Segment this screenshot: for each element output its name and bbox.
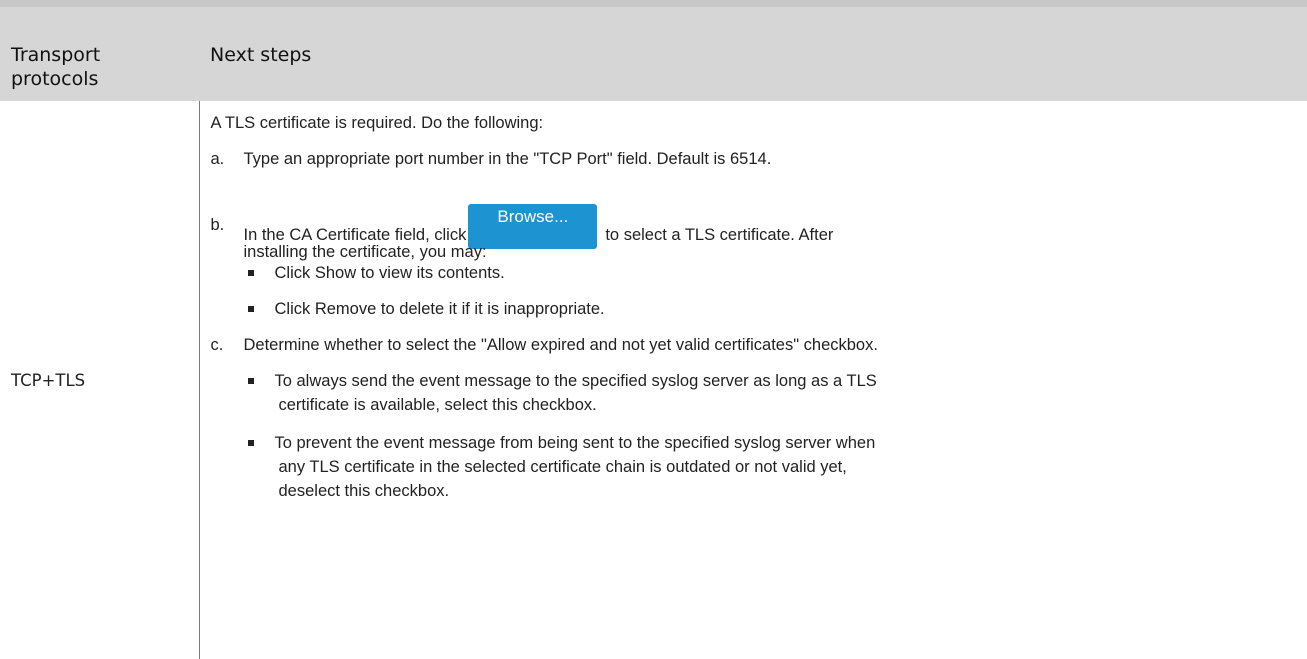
list-item: To always send the event message to the … <box>211 369 1307 431</box>
header-next-steps: Next steps <box>199 7 1307 101</box>
list-item: Click Show to view its contents. <box>211 261 1307 297</box>
intro-text: A TLS certificate is required. Do the fo… <box>211 111 1307 147</box>
list-item: Click Remove to delete it if it is inapp… <box>211 297 1307 333</box>
step-c-bullet-2-line-2: any TLS certificate in the selected cert… <box>275 455 1307 479</box>
step-c-text: Determine whether to select the "Allow e… <box>244 336 878 354</box>
step-c-bullet-1-line-2: certificate is available, select this ch… <box>275 393 1307 417</box>
step-b-marker: b. <box>211 213 241 237</box>
step-c-bullet-2-line-1: To prevent the event message from being … <box>275 431 1307 455</box>
step-c-bullet-1-line-1: To always send the event message to the … <box>275 369 1307 393</box>
step-b-bullet-2: Click Remove to delete it if it is inapp… <box>275 300 605 318</box>
step-b-text-after: to select a TLS certificate. After <box>605 226 833 244</box>
transport-protocols-table: Transport protocols Next steps TCP+TLS A… <box>0 7 1307 659</box>
square-bullet-icon <box>248 306 254 312</box>
square-bullet-icon <box>248 378 254 384</box>
step-a-text: Type an appropriate port number in the "… <box>244 150 772 168</box>
square-bullet-icon <box>248 440 254 446</box>
header-transport-protocols: Transport protocols <box>0 7 199 101</box>
next-steps-cell: A TLS certificate is required. Do the fo… <box>199 101 1307 659</box>
square-bullet-icon <box>248 270 254 276</box>
header-line-2: protocols <box>11 68 98 90</box>
step-b-bullet-1: Click Show to view its contents. <box>275 264 505 282</box>
header-line-1: Transport <box>11 44 100 66</box>
step-c-bullet-2-line-3: deselect this checkbox. <box>275 479 1307 503</box>
step-a-marker: a. <box>211 147 241 171</box>
table-header-row: Transport protocols Next steps <box>0 7 1307 101</box>
top-rule <box>0 0 1307 7</box>
step-c: c. Determine whether to select the "Allo… <box>211 333 1307 369</box>
step-a: a. Type an appropriate port number in th… <box>211 147 1307 201</box>
list-item: To prevent the event message from being … <box>211 431 1307 521</box>
protocol-label: TCP+TLS <box>11 371 85 390</box>
step-b: b. In the CA Certificate field, clickBro… <box>211 201 1307 261</box>
browse-button[interactable]: Browse... <box>468 204 597 249</box>
protocol-cell: TCP+TLS <box>0 101 199 659</box>
document-page: Transport protocols Next steps TCP+TLS A… <box>0 0 1307 625</box>
next-steps-content: A TLS certificate is required. Do the fo… <box>200 101 1307 659</box>
step-c-marker: c. <box>211 333 241 357</box>
table-row: TCP+TLS A TLS certificate is required. D… <box>0 101 1307 659</box>
